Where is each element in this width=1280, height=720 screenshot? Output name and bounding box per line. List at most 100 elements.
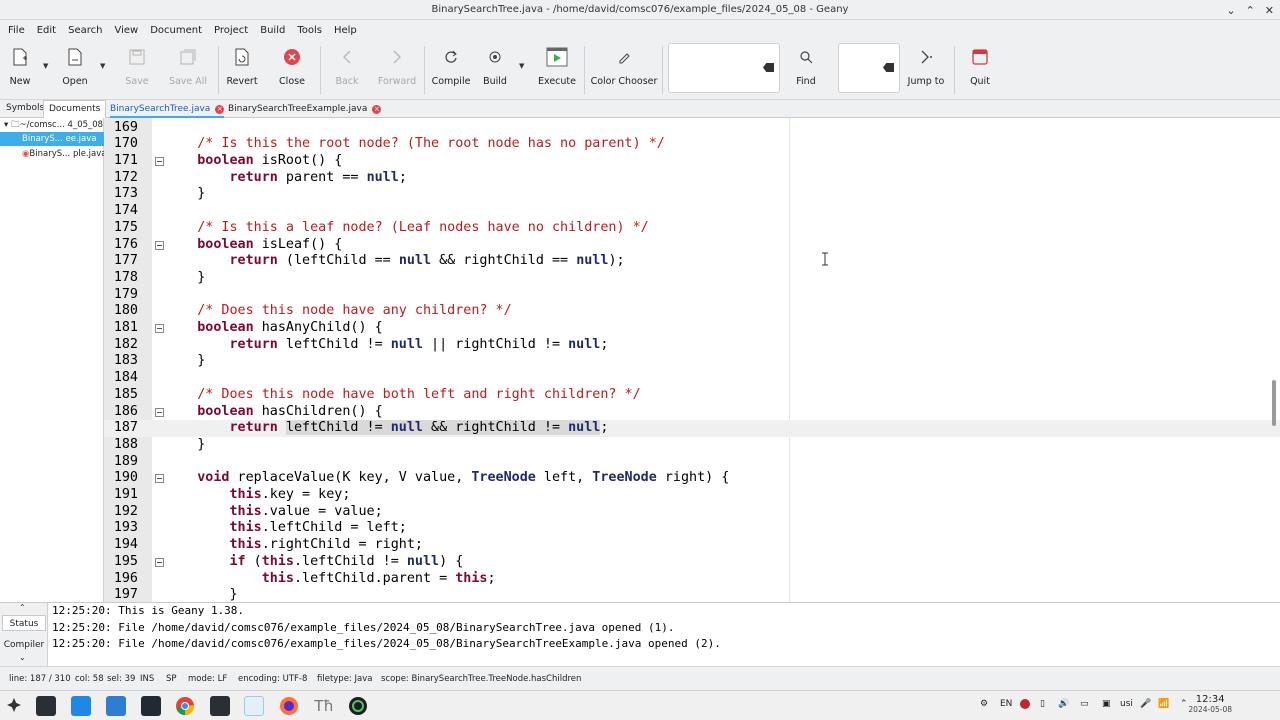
menu-project[interactable]: Project [208, 25, 254, 36]
code-line[interactable]: 188 } [104, 437, 1280, 454]
fold-toggle-icon[interactable] [155, 474, 164, 484]
chevron-down-icon[interactable]: ⌄ [19, 653, 26, 662]
tab-symbols[interactable]: Symbols [1, 100, 49, 118]
compile-button[interactable]: Compile [432, 40, 470, 100]
save-button[interactable]: Save [122, 40, 152, 100]
microphone-icon[interactable]: 🎤 [1140, 699, 1151, 709]
code-line[interactable]: 194 this.rightChild = right; [104, 537, 1280, 554]
code-line[interactable]: 184 [104, 370, 1280, 387]
code-line[interactable]: 177 return (leftChild == null && rightCh… [104, 253, 1280, 270]
file-item[interactable]: BinaryS... ee.java [0, 132, 104, 146]
code-line[interactable]: 178 } [104, 270, 1280, 287]
code-line[interactable]: 173 } [104, 186, 1280, 203]
build-dropdown-icon[interactable]: ▼ [519, 62, 524, 70]
code-line[interactable]: 170 /* Is this the root node? (The root … [104, 136, 1280, 153]
code-line[interactable]: 195 if (this.leftChild != null) { [104, 554, 1280, 571]
code-line[interactable]: 176 boolean isLeaf() { [104, 237, 1280, 254]
chevron-up-icon[interactable]: ⌃ [1180, 699, 1188, 709]
chrome-icon[interactable] [175, 696, 195, 716]
text-editor-icon[interactable] [141, 696, 161, 716]
wifi-icon[interactable]: 📶 [1158, 699, 1169, 709]
chevron-down-icon[interactable]: ⌄ [1226, 1, 1235, 20]
forward-button[interactable]: Forward [378, 40, 416, 100]
fold-toggle-icon[interactable] [155, 557, 164, 567]
doc-tab-binarysearchtreeexample[interactable]: BinarySearchTreeExample.java × [228, 100, 382, 118]
close-tab-icon[interactable]: × [372, 104, 382, 114]
code-line[interactable]: 182 return leftChild != null || rightChi… [104, 337, 1280, 354]
battery-icon[interactable]: ▭ [1080, 699, 1089, 709]
geany-icon[interactable] [244, 696, 264, 716]
display-icon[interactable]: ▣ [1102, 699, 1111, 709]
find-button[interactable]: Find [792, 40, 820, 100]
code-line[interactable]: 183 } [104, 353, 1280, 370]
search-input[interactable] [668, 43, 780, 93]
save-all-button[interactable]: Save All [168, 40, 208, 100]
open-button[interactable]: Open [56, 40, 94, 100]
expander-icon[interactable]: ▾ [4, 120, 11, 130]
vertical-scrollbar[interactable] [1272, 380, 1276, 426]
code-line[interactable]: 196 this.leftChild.parent = this; [104, 571, 1280, 588]
volume-icon[interactable]: 🔊 [1058, 699, 1069, 709]
code-line[interactable]: 174 [104, 203, 1280, 220]
close-tab-icon[interactable]: × [215, 104, 225, 114]
doc-tab-binarysearchtree[interactable]: BinarySearchTree.java × [110, 100, 225, 118]
code-line[interactable]: 191 this.key = key; [104, 487, 1280, 504]
menu-build[interactable]: Build [254, 25, 291, 36]
network-tray-icon[interactable]: ⚙ [980, 699, 988, 709]
menu-help[interactable]: Help [328, 25, 363, 36]
store-icon[interactable] [71, 696, 91, 716]
jump-to-button[interactable]: Jump to [906, 40, 946, 100]
code-line[interactable]: 189 [104, 454, 1280, 471]
code-line[interactable]: 187 return leftChild != null && rightChi… [104, 420, 1280, 437]
menu-search[interactable]: Search [62, 25, 108, 36]
code-line[interactable]: 186 boolean hasChildren() { [104, 404, 1280, 421]
code-line[interactable]: 181 boolean hasAnyChild() { [104, 320, 1280, 337]
code-line[interactable]: 190 void replaceValue(K key, V value, Tr… [104, 470, 1280, 487]
code-line[interactable]: 179 [104, 287, 1280, 304]
build-button[interactable]: Build [480, 40, 510, 100]
fold-toggle-icon[interactable] [155, 240, 164, 250]
code-line[interactable]: 172 return parent == null; [104, 170, 1280, 187]
app-launcher-icon[interactable] [5, 696, 25, 716]
keyboard-layout-indicator[interactable]: usi [1120, 699, 1133, 709]
quit-button[interactable]: Quit [966, 40, 994, 100]
tab-compiler[interactable]: Compiler [2, 637, 46, 653]
menu-file[interactable]: File [2, 25, 31, 36]
tab-documents[interactable]: Documents [43, 100, 107, 118]
menu-edit[interactable]: Edit [31, 25, 62, 36]
desktop-switcher-icon[interactable] [36, 696, 56, 716]
new-dropdown-icon[interactable]: ▼ [43, 62, 48, 70]
open-dropdown-icon[interactable]: ▼ [100, 62, 105, 70]
keyboard-lang-indicator[interactable]: EN [1000, 699, 1012, 709]
file-manager-icon[interactable] [106, 696, 126, 716]
chevron-up-icon[interactable]: ⌃ [1246, 1, 1255, 20]
fold-toggle-icon[interactable] [155, 324, 164, 333]
typesetting-icon[interactable]: Tħ [314, 696, 334, 716]
fold-toggle-icon[interactable] [155, 407, 164, 417]
code-line[interactable]: 169 [104, 120, 1280, 137]
git-icon[interactable] [348, 696, 368, 716]
code-editor[interactable]: 169 170 /* Is this the root node? (The ro… [104, 118, 1280, 602]
code-line[interactable]: 180 /* Does this node have any children?… [104, 303, 1280, 320]
code-line[interactable]: 175 /* Is this a leaf node? (Leaf nodes … [104, 220, 1280, 237]
tab-status[interactable]: Status [2, 615, 46, 631]
close-button[interactable]: Close [276, 40, 308, 100]
code-line[interactable]: 193 this.leftChild = left; [104, 520, 1280, 537]
record-icon[interactable] [1019, 698, 1031, 710]
color-chooser-button[interactable]: Color Chooser [591, 40, 657, 100]
menu-view[interactable]: View [108, 25, 144, 36]
clock[interactable]: 12:34 2024-05-08 [1188, 695, 1232, 715]
execute-button[interactable]: Execute [538, 40, 576, 100]
terminal-icon[interactable] [210, 696, 230, 716]
clipboard-icon[interactable]: ▯ [1040, 699, 1045, 709]
file-item[interactable]: ◉BinaryS... ple.java [0, 147, 106, 161]
firefox-icon[interactable] [279, 696, 299, 716]
code-line[interactable]: 197 } [104, 587, 1280, 602]
close-window-icon[interactable]: ✕ [1265, 1, 1274, 20]
code-line[interactable]: 192 this.value = value; [104, 504, 1280, 521]
chevron-up-icon[interactable]: ⌃ [19, 603, 26, 612]
revert-button[interactable]: Revert [226, 40, 258, 100]
folder-item[interactable]: ▾ 🗀~/comsc... 4_05_08 [0, 118, 104, 132]
code-line[interactable]: 171 boolean isRoot() { [104, 153, 1280, 170]
new-button[interactable]: New [4, 40, 36, 100]
